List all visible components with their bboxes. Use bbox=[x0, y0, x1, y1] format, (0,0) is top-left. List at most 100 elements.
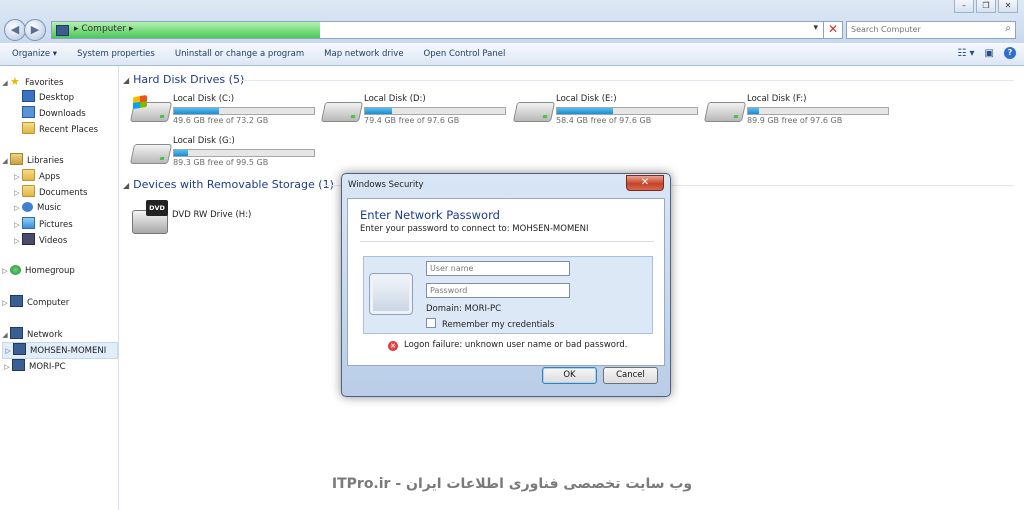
drive-name: Local Disk (F:) bbox=[747, 94, 807, 104]
uninstall-program-button[interactable]: Uninstall or change a program bbox=[165, 49, 314, 59]
map-network-drive-button[interactable]: Map network drive bbox=[314, 49, 413, 59]
nav-favorites[interactable]: ◢ ★ Favorites bbox=[0, 74, 63, 89]
computer-icon bbox=[10, 295, 23, 307]
drive-name: Local Disk (G:) bbox=[173, 136, 235, 146]
dialog-divider bbox=[360, 241, 654, 242]
search-input[interactable] bbox=[847, 22, 991, 36]
nav-homegroup[interactable]: ▷ Homegroup bbox=[0, 264, 75, 279]
ok-button[interactable]: OK bbox=[542, 367, 597, 384]
drive-usage-fill bbox=[174, 150, 188, 156]
drive-usage-bar bbox=[173, 149, 315, 157]
nav-desktop[interactable]: Desktop bbox=[12, 90, 74, 105]
preview-pane-icon[interactable]: ▣ bbox=[985, 48, 994, 59]
nav-documents[interactable]: ▷ Documents bbox=[12, 185, 87, 200]
drive-free-space: 89.3 GB free of 99.5 GB bbox=[173, 158, 269, 167]
close-window-icon[interactable]: ✕ bbox=[998, 0, 1018, 13]
drive-free-space: 89.9 GB free of 97.6 GB bbox=[747, 116, 843, 125]
nav-computer[interactable]: ▷ Computer bbox=[0, 295, 69, 310]
drive-name: Local Disk (C:) bbox=[173, 94, 235, 104]
drive-g[interactable]: Local Disk (G:) 89.3 GB free of 99.5 GB bbox=[129, 136, 317, 176]
drive-e[interactable]: Local Disk (E:) 58.4 GB free of 97.6 GB bbox=[512, 94, 700, 134]
group-removable-storage[interactable]: ◢ Devices with Removable Storage (1) bbox=[123, 178, 334, 191]
cancel-button[interactable]: Cancel bbox=[603, 367, 658, 384]
navigation-pane: ◢ ★ Favorites Desktop Downloads Recent Pla… bbox=[0, 66, 119, 510]
password-field[interactable] bbox=[426, 283, 570, 298]
drive-usage-bar bbox=[747, 107, 889, 115]
error-message: ✕ Logon failure: unknown user name or bad… bbox=[388, 340, 627, 351]
nav-network-mohsen-momeni[interactable]: ▷ MOHSEN-MOMENI bbox=[2, 342, 118, 359]
command-bar: Organize ▾ System properties Uninstall o… bbox=[0, 43, 1024, 66]
search-icon[interactable]: ⌕ bbox=[1005, 23, 1011, 34]
pictures-icon bbox=[22, 217, 35, 229]
nav-apps[interactable]: ▷ Apps bbox=[12, 169, 60, 184]
breadcrumb[interactable]: ▸ Computer ▸ bbox=[74, 24, 134, 34]
drive-c[interactable]: Local Disk (C:) 49.6 GB free of 73.2 GB bbox=[129, 94, 317, 134]
domain-label: Domain: MORI-PC bbox=[426, 304, 502, 314]
downloads-icon bbox=[22, 106, 35, 118]
drive-usage-fill bbox=[174, 108, 219, 114]
drive-name: Local Disk (E:) bbox=[556, 94, 617, 104]
nav-libraries[interactable]: ◢ Libraries bbox=[0, 153, 64, 168]
dialog-subtitle: Enter your password to connect to: MOHSE… bbox=[360, 224, 589, 234]
hard-drive-icon bbox=[129, 144, 173, 164]
drive-free-space: 79.4 GB free of 97.6 GB bbox=[364, 116, 460, 125]
drive-f[interactable]: Local Disk (F:) 89.9 GB free of 97.6 GB bbox=[703, 94, 891, 134]
nav-network-mori-pc[interactable]: ▷ MORI-PC bbox=[2, 359, 66, 374]
dialog-title: Windows Security bbox=[348, 180, 424, 190]
search-box[interactable]: ⌕ bbox=[846, 21, 1016, 39]
chevron-down-icon[interactable]: ▾ bbox=[813, 23, 818, 33]
collapse-icon[interactable]: ◢ bbox=[123, 181, 129, 190]
window-titlebar: – ❐ ✕ ◀ ▶ ▸ Computer ▸ ▾ ✕ ⌕ bbox=[0, 0, 1024, 43]
open-control-panel-button[interactable]: Open Control Panel bbox=[414, 49, 516, 59]
nav-network[interactable]: ◢ Network bbox=[0, 327, 63, 342]
nav-videos[interactable]: ▷ Videos bbox=[12, 233, 67, 248]
breadcrumb-computer[interactable]: Computer bbox=[81, 24, 126, 34]
dvd-badge: DVD bbox=[146, 200, 168, 216]
nav-downloads[interactable]: Downloads bbox=[12, 106, 86, 121]
drive-usage-fill bbox=[748, 108, 760, 114]
error-icon: ✕ bbox=[388, 341, 398, 351]
dialog-heading: Enter Network Password bbox=[360, 208, 500, 222]
view-options-icon[interactable]: ☷ ▾ bbox=[957, 48, 974, 59]
drive-usage-fill bbox=[365, 108, 392, 114]
drive-name: Local Disk (D:) bbox=[364, 94, 426, 104]
drive-usage-bar bbox=[173, 107, 315, 115]
checkbox-icon[interactable] bbox=[426, 318, 436, 328]
back-button[interactable]: ◀ bbox=[4, 19, 26, 41]
libraries-icon bbox=[10, 153, 23, 165]
system-properties-button[interactable]: System properties bbox=[67, 49, 165, 59]
group-hard-disk-drives[interactable]: ◢ Hard Disk Drives (5) bbox=[123, 73, 244, 86]
address-bar[interactable]: ▸ Computer ▸ ▾ ✕ bbox=[51, 21, 843, 39]
organize-button[interactable]: Organize ▾ bbox=[0, 49, 67, 59]
forward-button[interactable]: ▶ bbox=[24, 19, 46, 41]
hard-drive-icon bbox=[703, 102, 747, 122]
network-icon bbox=[10, 327, 23, 339]
collapse-icon[interactable]: ◢ bbox=[123, 76, 129, 85]
dialog-body: Enter Network Password Enter your passwo… bbox=[347, 198, 665, 366]
drive-usage-fill bbox=[557, 108, 613, 114]
nav-music[interactable]: ▷ Music bbox=[12, 201, 61, 216]
stop-icon[interactable]: ✕ bbox=[823, 22, 842, 38]
drive-d[interactable]: Local Disk (D:) 79.4 GB free of 97.6 GB bbox=[320, 94, 508, 134]
music-icon bbox=[22, 202, 33, 212]
nav-recent-places[interactable]: Recent Places bbox=[12, 122, 98, 137]
help-icon[interactable]: ? bbox=[1004, 47, 1016, 59]
dialog-close-button[interactable]: ✕ bbox=[626, 175, 664, 191]
maximize-icon[interactable]: ❐ bbox=[976, 0, 996, 13]
minimize-icon[interactable]: – bbox=[954, 0, 974, 13]
drive-usage-bar bbox=[556, 107, 698, 115]
credential-tile: Domain: MORI-PC Remember my credentials bbox=[363, 256, 653, 334]
homegroup-icon bbox=[10, 265, 21, 275]
dvd-drive-name: DVD RW Drive (H:) bbox=[172, 210, 252, 220]
nav-pictures[interactable]: ▷ Pictures bbox=[12, 217, 73, 232]
remember-credentials-checkbox[interactable]: Remember my credentials bbox=[426, 318, 554, 330]
hard-drive-icon bbox=[320, 102, 364, 122]
user-avatar-icon bbox=[369, 273, 413, 315]
windows-security-dialog: Windows Security ✕ Enter Network Passwor… bbox=[341, 173, 671, 397]
pc-icon bbox=[12, 359, 25, 371]
username-field[interactable] bbox=[426, 261, 570, 276]
hard-drive-icon bbox=[512, 102, 556, 122]
star-icon: ★ bbox=[10, 75, 20, 88]
window-controls: – ❐ ✕ bbox=[954, 0, 1018, 13]
group-divider bbox=[240, 80, 1014, 81]
